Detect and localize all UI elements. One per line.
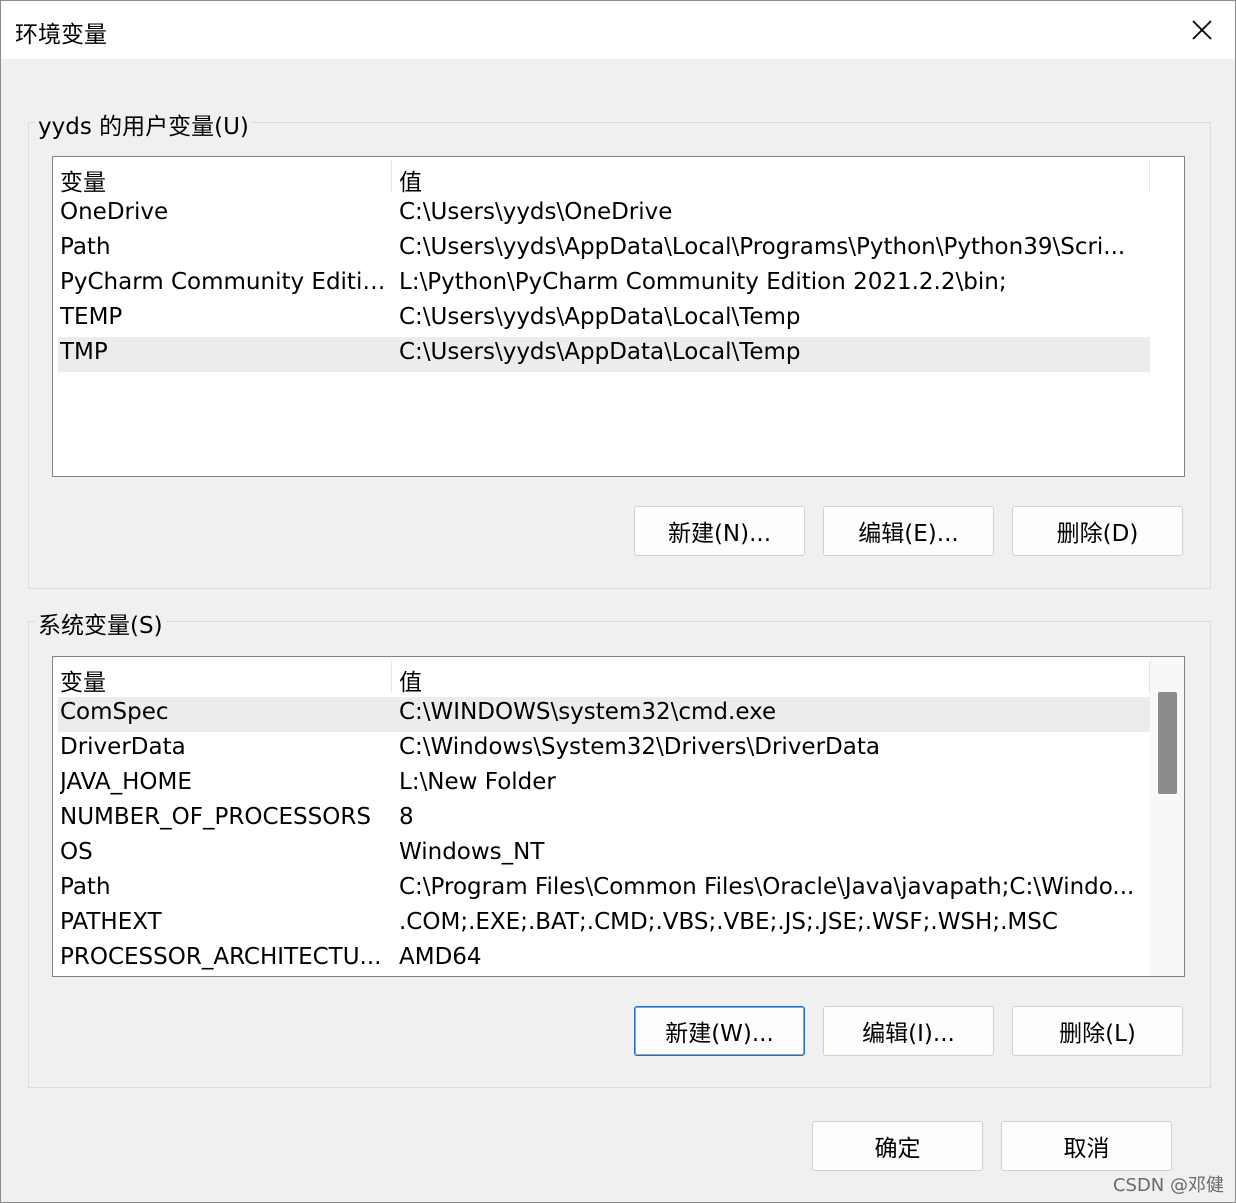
user-variables-group-title: yyds 的用户变量(U) xyxy=(35,107,252,141)
column-divider[interactable] xyxy=(1149,161,1150,193)
system-variables-group-title: 系统变量(S) xyxy=(35,606,166,640)
list-item-selected[interactable]: TMP C:\Users\yyds\AppData\Local\Temp xyxy=(58,337,1150,372)
list-item[interactable]: PyCharm Community Edition L:\Python\PyCh… xyxy=(58,267,1150,302)
user-new-button[interactable]: 新建(N)... xyxy=(634,506,805,556)
variable-value: L:\New Folder xyxy=(399,769,556,795)
variable-name: NUMBER_OF_PROCESSORS xyxy=(60,804,371,830)
list-item[interactable]: TEMP C:\Users\yyds\AppData\Local\Temp xyxy=(58,302,1150,337)
user-delete-button[interactable]: 删除(D) xyxy=(1012,506,1183,556)
variable-value: C:\Windows\System32\Drivers\DriverData xyxy=(399,734,880,760)
system-edit-button[interactable]: 编辑(I)... xyxy=(823,1006,994,1056)
vertical-scrollbar[interactable] xyxy=(1150,657,1184,976)
list-item[interactable]: Path C:\Program Files\Common Files\Oracl… xyxy=(58,872,1150,907)
variable-name: TMP xyxy=(60,339,108,365)
column-header-variable[interactable]: 变量 xyxy=(60,163,106,197)
system-variables-list[interactable]: 变量 值 ComSpec C:\WINDOWS\system32\cmd.exe… xyxy=(52,656,1185,977)
column-divider[interactable] xyxy=(391,661,392,693)
watermark-text: CSDN @邓健 xyxy=(1112,1175,1224,1196)
list-item[interactable]: OneDrive C:\Users\yyds\OneDrive xyxy=(58,197,1150,232)
close-button[interactable] xyxy=(1177,7,1227,53)
user-variables-list[interactable]: 变量 值 OneDrive C:\Users\yyds\OneDrive Pat… xyxy=(52,156,1185,477)
variable-name: OneDrive xyxy=(60,199,169,225)
variable-name: TEMP xyxy=(60,304,123,330)
variable-name: PyCharm Community Edition xyxy=(60,269,388,295)
variable-value: C:\Users\yyds\OneDrive xyxy=(399,199,673,225)
window-title: 环境变量 xyxy=(15,22,107,48)
variable-name: Path xyxy=(60,234,111,260)
ok-button[interactable]: 确定 xyxy=(812,1121,983,1171)
system-variables-group: 系统变量(S) 变量 值 ComSpec C:\WINDOWS\system32… xyxy=(28,606,1211,1088)
variable-value: AMD64 xyxy=(399,944,482,970)
variable-value: C:\Program Files\Common Files\Oracle\Jav… xyxy=(399,874,1135,900)
column-header-value[interactable]: 值 xyxy=(399,163,422,197)
variable-name: Path xyxy=(60,874,111,900)
system-new-button[interactable]: 新建(W)... xyxy=(634,1006,805,1056)
variable-value: Windows_NT xyxy=(399,839,545,865)
variable-name: PATHEXT xyxy=(60,909,162,935)
variable-name: PROCESSOR_ARCHITECTU... xyxy=(60,944,382,970)
list-item[interactable]: Path C:\Users\yyds\AppData\Local\Program… xyxy=(58,232,1150,267)
list-item[interactable]: DriverData C:\Windows\System32\Drivers\D… xyxy=(58,732,1150,767)
list-item[interactable]: PATHEXT .COM;.EXE;.BAT;.CMD;.VBS;.VBE;.J… xyxy=(58,907,1150,942)
close-icon xyxy=(1192,20,1212,40)
user-variables-group: yyds 的用户变量(U) 变量 值 OneDrive C:\Users\yyd… xyxy=(28,107,1211,589)
scrollbar-thumb[interactable] xyxy=(1158,692,1177,794)
user-edit-button[interactable]: 编辑(E)... xyxy=(823,506,994,556)
variable-name: ComSpec xyxy=(60,699,169,725)
variable-value: C:\Users\yyds\AppData\Local\Programs\Pyt… xyxy=(399,234,1126,260)
list-item[interactable]: NUMBER_OF_PROCESSORS 8 xyxy=(58,802,1150,837)
variable-value: 8 xyxy=(399,804,414,830)
list-item[interactable]: JAVA_HOME L:\New Folder xyxy=(58,767,1150,802)
variable-name: DriverData xyxy=(60,734,186,760)
list-header: 变量 值 xyxy=(53,657,1150,697)
variable-value: C:\Users\yyds\AppData\Local\Temp xyxy=(399,304,801,330)
column-divider[interactable] xyxy=(391,161,392,193)
variable-name: JAVA_HOME xyxy=(60,769,192,795)
column-header-variable[interactable]: 变量 xyxy=(60,663,106,697)
variable-value: C:\Users\yyds\AppData\Local\Temp xyxy=(399,339,801,365)
list-item[interactable]: OS Windows_NT xyxy=(58,837,1150,872)
variable-value: C:\WINDOWS\system32\cmd.exe xyxy=(399,699,777,725)
column-header-value[interactable]: 值 xyxy=(399,663,422,697)
list-item-selected[interactable]: ComSpec C:\WINDOWS\system32\cmd.exe xyxy=(58,697,1150,732)
list-header: 变量 值 xyxy=(53,157,1150,197)
cancel-button[interactable]: 取消 xyxy=(1001,1121,1172,1171)
title-bar: 环境变量 xyxy=(1,1,1235,59)
environment-variables-dialog: 环境变量 yyds 的用户变量(U) 变量 值 OneDrive C:\User… xyxy=(0,0,1236,1203)
system-delete-button[interactable]: 删除(L) xyxy=(1012,1006,1183,1056)
list-item[interactable]: PROCESSOR_ARCHITECTU... AMD64 xyxy=(58,942,1150,976)
variable-name: OS xyxy=(60,839,93,865)
variable-value: .COM;.EXE;.BAT;.CMD;.VBS;.VBE;.JS;.JSE;.… xyxy=(399,909,1058,935)
variable-value: L:\Python\PyCharm Community Edition 2021… xyxy=(399,269,1007,295)
